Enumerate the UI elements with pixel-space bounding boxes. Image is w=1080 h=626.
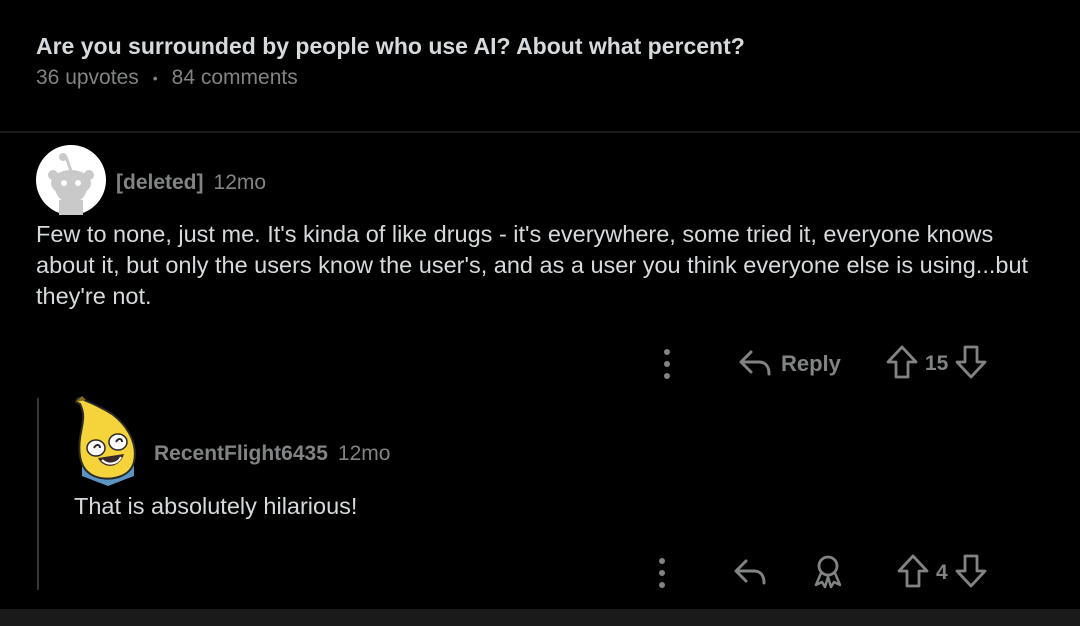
meta-separator: • <box>152 70 158 86</box>
reply-reply-button[interactable] <box>732 555 768 592</box>
reply-vote-score: 4 <box>936 561 948 584</box>
reply-body: That is absolutely hilarious! <box>74 493 358 519</box>
snoo-avatar-icon[interactable] <box>36 145 106 220</box>
reply-actions: 4 <box>650 553 988 593</box>
reply-more-options-icon[interactable] <box>650 557 674 589</box>
reply-username[interactable]: RecentFlight6435 <box>154 442 328 466</box>
comment-actions: Reply 15 <box>655 344 988 384</box>
downvote-arrow-icon <box>954 344 988 385</box>
award-icon <box>810 553 846 594</box>
comment-count[interactable]: 84 comments <box>172 66 298 90</box>
reply-header: RecentFlight6435 12mo <box>72 394 390 491</box>
downvote-button[interactable] <box>954 344 988 385</box>
post-meta: 36 upvotes • 84 comments <box>36 66 1036 90</box>
post-header: Are you surrounded by people who use AI?… <box>36 30 1036 90</box>
reply-downvote-button[interactable] <box>954 553 988 594</box>
reply-icon <box>732 555 768 592</box>
upvote-arrow-icon <box>885 344 919 385</box>
comment-username[interactable]: [deleted] <box>116 171 204 195</box>
award-button[interactable] <box>810 553 846 594</box>
header-divider <box>0 131 1080 133</box>
vote-score: 15 <box>924 352 949 375</box>
thread-line[interactable] <box>37 398 39 590</box>
bottom-bar <box>0 609 1080 626</box>
more-options-icon[interactable] <box>655 348 679 380</box>
upvote-button[interactable] <box>885 344 919 385</box>
comment-age: 12mo <box>213 170 267 194</box>
reply-age: 12mo <box>337 441 391 465</box>
upvote-count: 36 upvotes <box>36 66 139 89</box>
reply-button[interactable]: Reply <box>737 346 841 383</box>
banana-avatar-icon[interactable] <box>72 394 142 491</box>
reply-icon <box>737 346 773 383</box>
comment-body: Few to none, just me. It's kinda of like… <box>36 221 1029 309</box>
upvote-arrow-icon <box>896 553 930 594</box>
reply-label: Reply <box>781 351 841 376</box>
reply-upvote-button[interactable] <box>896 553 930 594</box>
post-title[interactable]: Are you surrounded by people who use AI?… <box>36 30 1036 62</box>
downvote-arrow-icon <box>954 553 988 594</box>
comment-header: [deleted] 12mo <box>36 145 266 220</box>
